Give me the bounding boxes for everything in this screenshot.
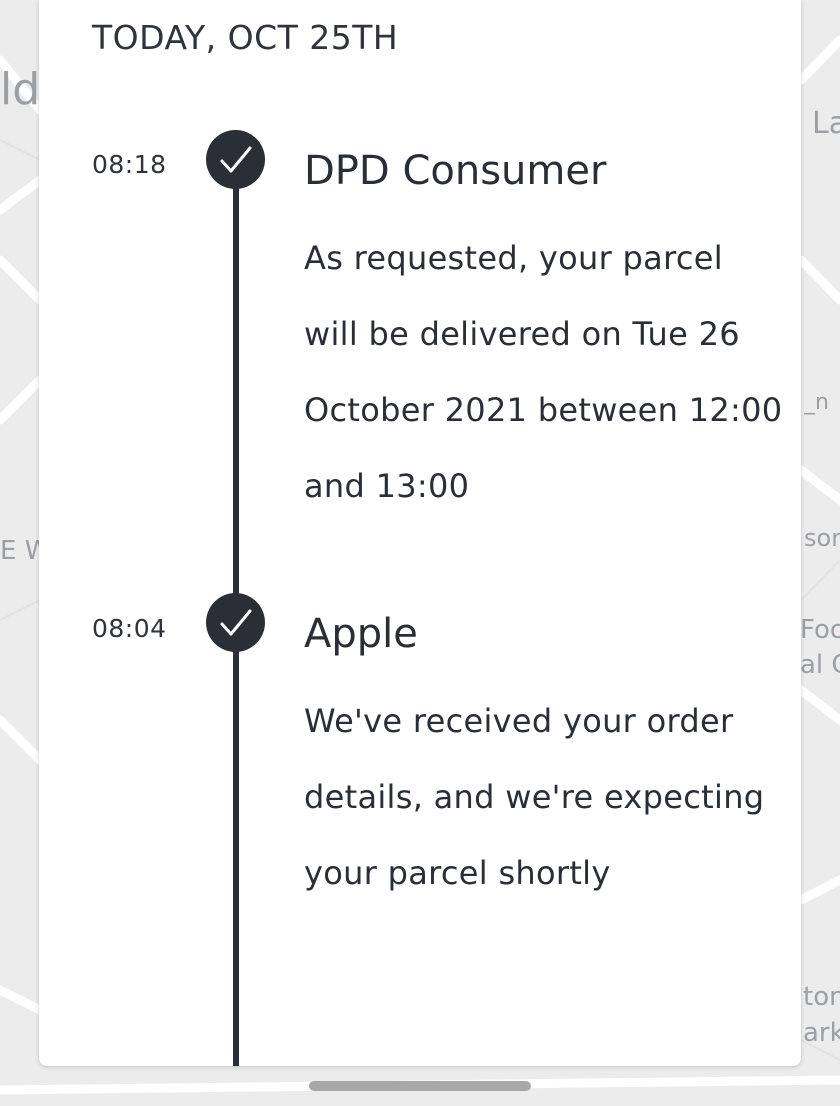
event-message: As requested, your parcel will be delive…	[304, 239, 783, 505]
map-label: E W	[0, 536, 39, 566]
event-sender: Apple	[304, 611, 418, 657]
event-message: We've received your order details, and w…	[304, 702, 765, 892]
map-label: ldo	[0, 64, 40, 115]
map-label: ark	[803, 1018, 840, 1048]
tracking-timeline-card[interactable]: TODAY, OCT 25TH 08:18 DPD Consumer As re…	[39, 0, 801, 1066]
map-label: ton	[803, 982, 840, 1012]
map-label: La	[812, 106, 840, 141]
event-sender: DPD Consumer	[304, 148, 607, 194]
map-label: son	[804, 524, 840, 552]
event-time: 08:18	[92, 150, 167, 179]
checkmark-icon	[206, 593, 265, 652]
map-label: _n	[804, 390, 829, 415]
checkmark-icon	[206, 130, 265, 189]
map-label: Food	[800, 615, 840, 645]
date-header: TODAY, OCT 25TH	[92, 18, 399, 57]
event-time: 08:04	[92, 614, 167, 643]
map-label: al G	[800, 650, 840, 680]
home-indicator[interactable]	[309, 1081, 531, 1091]
